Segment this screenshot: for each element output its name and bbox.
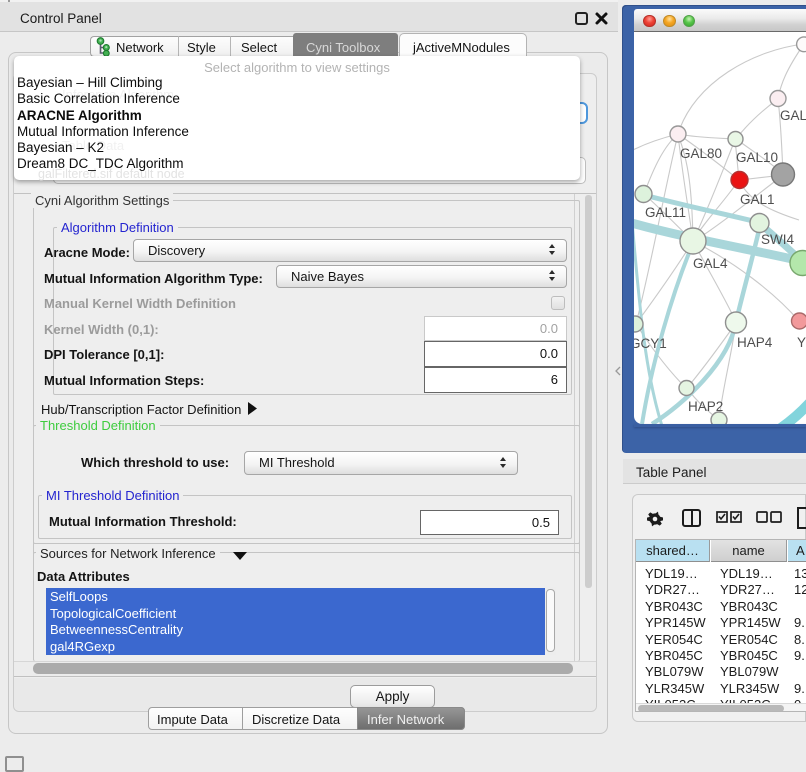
svg-text:HAP4: HAP4 xyxy=(737,335,773,350)
svg-text:GAL11: GAL11 xyxy=(645,205,686,220)
svg-text:SWI4: SWI4 xyxy=(761,232,794,247)
svg-text:GCY1: GCY1 xyxy=(634,336,667,351)
svg-text:GAL80: GAL80 xyxy=(680,146,722,161)
svg-text:GAL7: GAL7 xyxy=(780,108,806,123)
svg-text:GAL10: GAL10 xyxy=(736,150,778,165)
svg-text:GAL4: GAL4 xyxy=(693,256,728,271)
svg-text:GAL1: GAL1 xyxy=(740,192,775,207)
svg-text:YJ: YJ xyxy=(797,335,806,350)
svg-text:HAP2: HAP2 xyxy=(688,399,723,414)
